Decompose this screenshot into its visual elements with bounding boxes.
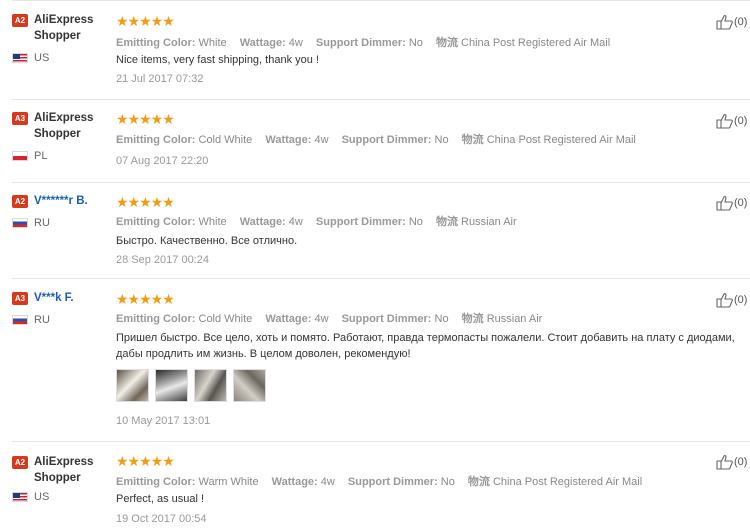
review-date: 07 Aug 2017 22:20 [116,155,209,167]
star-rating: ★★★★★ [116,453,175,469]
thumbs-up-icon [716,293,733,308]
us-flag-icon [12,53,28,64]
divider [12,99,750,100]
review-date: 21 Jul 2017 07:32 [116,73,204,85]
review-date: 19 Oct 2017 00:54 [116,513,207,525]
review-photo[interactable] [233,369,266,402]
star-rating: ★★★★★ [116,111,175,127]
review-item: A2 V******r B. RU ★★★★★ Emitting Color: … [0,193,750,277]
ru-flag-icon [12,315,28,326]
review-text: Perfect, as usual ! [116,493,205,505]
review-photo[interactable] [194,369,227,402]
review-text: Пришел быстро. Все цело, хоть и помято. … [116,332,735,360]
reviewer-country: PL [12,150,47,162]
reviewer-name: AliExpress Shopper [34,112,94,140]
reviewer-country: RU [12,217,50,229]
helpful-count: (0) [734,196,748,209]
product-attributes: Emitting Color: Cold White Wattage: 4w S… [116,134,636,146]
reviewer-level-badge: A2 [12,195,28,208]
helpful-count: (0) [734,114,748,127]
divider [12,0,750,1]
reviewer-info: A3 AliExpress Shopper PL [12,110,110,162]
reviewer-level-badge: A2 [12,456,28,469]
reviewer-level-badge: A3 [12,292,28,305]
reviewer-name[interactable]: V******r B. [34,193,88,209]
helpful-button[interactable]: (0) [716,14,747,30]
reviewer-name: AliExpress Shopper [34,456,94,484]
product-attributes: Emitting Color: White Wattage: 4w Suppor… [116,216,517,228]
helpful-count: (0) [734,455,748,468]
divider [12,441,750,442]
product-attributes: Emitting Color: Warm White Wattage: 4w S… [116,476,643,488]
review-text: Nice items, very fast shipping, thank yo… [116,54,319,66]
helpful-button[interactable]: (0) [716,195,747,211]
review-date: 28 Sep 2017 00:24 [116,254,209,266]
pl-flag-icon [12,151,28,162]
reviewer-info: A2 V******r B. RU [12,193,110,229]
thumbs-up-icon [716,114,733,129]
star-rating: ★★★★★ [116,194,175,210]
thumbs-up-icon [716,15,733,30]
reviewer-name: AliExpress Shopper [34,14,94,42]
ru-flag-icon [12,218,28,229]
product-attributes: Emitting Color: Cold White Wattage: 4w S… [116,313,543,325]
helpful-button[interactable]: (0) [716,113,747,129]
reviewer-info: A2 AliExpress Shopper US [12,454,110,503]
divider [12,182,750,183]
star-rating: ★★★★★ [116,13,175,29]
helpful-button[interactable]: (0) [716,454,747,470]
reviewer-level-badge: A3 [12,112,28,125]
divider [12,278,750,279]
review-item: A2 AliExpress Shopper US ★★★★★ Emitting … [0,454,750,531]
reviewer-country: US [12,491,49,503]
reviewer-name[interactable]: V***k F. [34,290,74,306]
helpful-count: (0) [734,293,748,306]
thumbs-up-icon [716,455,733,470]
product-attributes: Emitting Color: White Wattage: 4w Suppor… [116,37,611,49]
review-item: A2 AliExpress Shopper US ★★★★★ Emitting … [0,12,750,100]
reviewer-info: A3 V***k F. RU [12,290,110,326]
review-photo[interactable] [155,369,188,402]
review-photo[interactable] [116,369,149,402]
thumbs-up-icon [716,196,733,211]
review-text: Быстро. Качественно. Все отлично. [116,235,298,247]
review-date: 10 May 2017 13:01 [116,415,211,427]
reviewer-info: A2 AliExpress Shopper US [12,12,110,64]
reviewer-country: US [12,52,49,64]
reviewer-level-badge: A2 [12,14,28,27]
star-rating: ★★★★★ [116,291,175,307]
helpful-count: (0) [734,15,748,28]
helpful-button[interactable]: (0) [716,292,747,308]
reviewer-country: RU [12,314,50,326]
review-item: A3 AliExpress Shopper PL ★★★★★ Emitting … [0,110,750,182]
review-item: A3 V***k F. RU ★★★★★ Emitting Color: Col… [0,290,750,440]
us-flag-icon [12,492,28,503]
